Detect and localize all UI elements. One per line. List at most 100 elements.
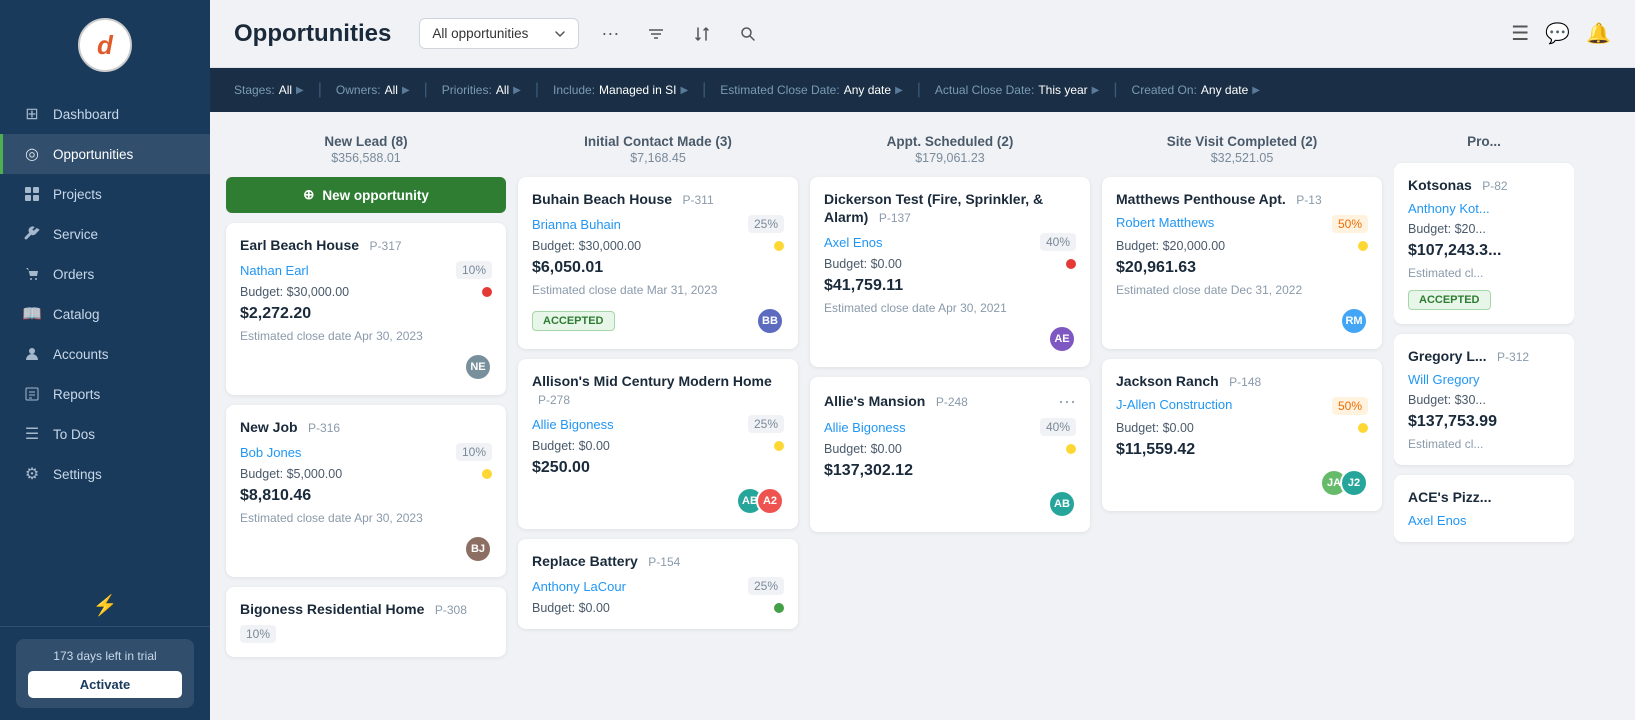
sidebar-item-label: Reports (53, 387, 100, 402)
card-id: P-308 (435, 603, 467, 617)
col-header-initial-contact: Initial Contact Made (3) $7,168.45 (518, 128, 798, 167)
sidebar-item-orders[interactable]: Orders (0, 254, 210, 294)
sidebar-item-catalog[interactable]: 📖 Catalog (0, 294, 210, 334)
card-id: P-312 (1497, 350, 1529, 364)
avatar: A2 (756, 487, 784, 515)
card-date: Estimated close date Apr 30, 2021 (824, 301, 1076, 315)
card-title: Jackson Ranch (1116, 373, 1219, 389)
topbar: Opportunities All opportunities ··· ☰ 💬 … (210, 0, 1635, 68)
card-id: P-82 (1482, 179, 1507, 193)
card-amount: $2,272.20 (240, 305, 492, 323)
card-contact[interactable]: Anthony LaCour (532, 579, 626, 594)
card-title: Allie's Mansion (824, 393, 925, 409)
card-amount: $250.00 (532, 459, 784, 477)
card-contact[interactable]: Axel Enos (1408, 513, 1560, 528)
card-pct: 10% (456, 443, 492, 461)
card-title: Kotsonas (1408, 177, 1472, 193)
kanban-col-partial: Pro... Kotsonas P-82 Anthony Kot... Budg… (1394, 128, 1574, 704)
card-date: Estimated close date Apr 30, 2023 (240, 511, 492, 525)
card-id: P-248 (936, 395, 968, 409)
sort-button[interactable] (687, 21, 717, 47)
accounts-icon (23, 345, 41, 363)
card-amount: $107,243.3... (1408, 242, 1560, 260)
card-contact[interactable]: Nathan Earl (240, 263, 309, 278)
card-bigoness-residential: Bigoness Residential Home P-308 10% (226, 587, 506, 657)
avatar: AE (1048, 325, 1076, 353)
avatars: JA J2 (1320, 469, 1368, 497)
logo: d (78, 18, 132, 72)
sidebar-item-todos[interactable]: ☰ To Dos (0, 414, 210, 454)
card-contact[interactable]: J-Allen Construction (1116, 397, 1232, 415)
sidebar-item-label: Dashboard (53, 107, 119, 122)
avatar: NE (464, 353, 492, 381)
logo-area: d (0, 0, 210, 86)
filter-chip-include[interactable]: Include: Managed in SI ▶ (545, 79, 696, 101)
filter-chip-created-on[interactable]: Created On: Any date ▶ (1124, 79, 1268, 101)
card-id: P-13 (1296, 193, 1321, 207)
accepted-badge: ACCEPTED (1408, 290, 1491, 310)
card-contact[interactable]: Axel Enos (824, 235, 883, 250)
filter-chip-stages[interactable]: Stages: All ▶ (226, 79, 312, 101)
filter-button[interactable] (641, 21, 671, 47)
avatars: BB (756, 307, 784, 335)
topbar-right: ☰ 💬 🔔 (1511, 21, 1611, 46)
card-contact[interactable]: Anthony Kot... (1408, 201, 1560, 216)
sidebar-item-accounts[interactable]: Accounts (0, 334, 210, 374)
card-contact[interactable]: Robert Matthews (1116, 215, 1214, 233)
kanban-col-site-visit: Site Visit Completed (2) $32,521.05 Matt… (1102, 128, 1382, 704)
sidebar-item-label: Projects (53, 187, 102, 202)
bell-icon[interactable]: 🔔 (1586, 21, 1611, 46)
card-contact[interactable]: Will Gregory (1408, 372, 1560, 387)
sidebar-item-service[interactable]: Service (0, 214, 210, 254)
card-aces-pizza: ACE's Pizz... Axel Enos (1394, 475, 1574, 542)
logo-letter: d (97, 30, 113, 61)
status-dot (1358, 423, 1368, 433)
activate-button[interactable]: Activate (28, 671, 182, 698)
more-options-button[interactable]: ··· (595, 19, 625, 48)
card-jackson-ranch: Jackson Ranch P-148 J-Allen Construction… (1102, 359, 1382, 511)
menu-icon[interactable]: ☰ (1511, 21, 1529, 46)
chat-icon[interactable]: 💬 (1545, 21, 1570, 46)
more-icon: ··· (601, 23, 619, 44)
col-amount: $32,521.05 (1102, 151, 1382, 165)
avatars: NE (464, 353, 492, 381)
opportunities-filter-dropdown[interactable]: All opportunities (419, 18, 579, 49)
projects-icon (23, 185, 41, 203)
avatar: BB (756, 307, 784, 335)
search-button[interactable] (733, 21, 763, 47)
card-id: P-154 (648, 555, 680, 569)
sidebar-item-projects[interactable]: Projects (0, 174, 210, 214)
sidebar-item-label: Orders (53, 267, 94, 282)
filter-chip-priorities[interactable]: Priorities: All ▶ (434, 79, 529, 101)
kanban-col-initial-contact: Initial Contact Made (3) $7,168.45 Buhai… (518, 128, 798, 704)
card-contact[interactable]: Allie Bigoness (824, 420, 906, 435)
card-allison-mid-century: Allison's Mid Century Modern Home P-278 … (518, 359, 798, 529)
new-opportunity-button[interactable]: ⊕ New opportunity (226, 177, 506, 213)
chevron-down-icon (554, 28, 566, 40)
card-menu-icon[interactable]: ··· (1058, 391, 1076, 412)
sidebar-item-settings[interactable]: ⚙ Settings (0, 454, 210, 494)
card-title: Allison's Mid Century Modern Home (532, 373, 772, 389)
sort-icon (693, 25, 711, 43)
card-contact[interactable]: Brianna Buhain (532, 217, 621, 232)
status-dot (774, 441, 784, 451)
card-contact[interactable]: Allie Bigoness (532, 417, 614, 432)
card-date: Estimated close date Apr 30, 2023 (240, 329, 492, 343)
sidebar-item-reports[interactable]: Reports (0, 374, 210, 414)
card-budget: Budget: $20,000.00 (1116, 239, 1225, 253)
card-pct: 25% (748, 215, 784, 233)
avatars: RM (1340, 307, 1368, 335)
sidebar: d ⊞ Dashboard ◎ Opportunities Projects S… (0, 0, 210, 720)
filter-chip-owners[interactable]: Owners: All ▶ (328, 79, 418, 101)
service-icon (23, 225, 41, 243)
card-pct: 40% (1040, 418, 1076, 436)
card-contact[interactable]: Bob Jones (240, 445, 301, 460)
sidebar-bottom: 173 days left in trial Activate (0, 626, 210, 720)
card-id: P-317 (370, 239, 402, 253)
sidebar-item-opportunities[interactable]: ◎ Opportunities (0, 134, 210, 174)
filter-chip-actual-close[interactable]: Actual Close Date: This year ▶ (927, 79, 1107, 101)
status-dot (1358, 241, 1368, 251)
filter-chip-est-close[interactable]: Estimated Close Date: Any date ▶ (712, 79, 910, 101)
sidebar-item-dashboard[interactable]: ⊞ Dashboard (0, 94, 210, 134)
col-amount: $7,168.45 (518, 151, 798, 165)
